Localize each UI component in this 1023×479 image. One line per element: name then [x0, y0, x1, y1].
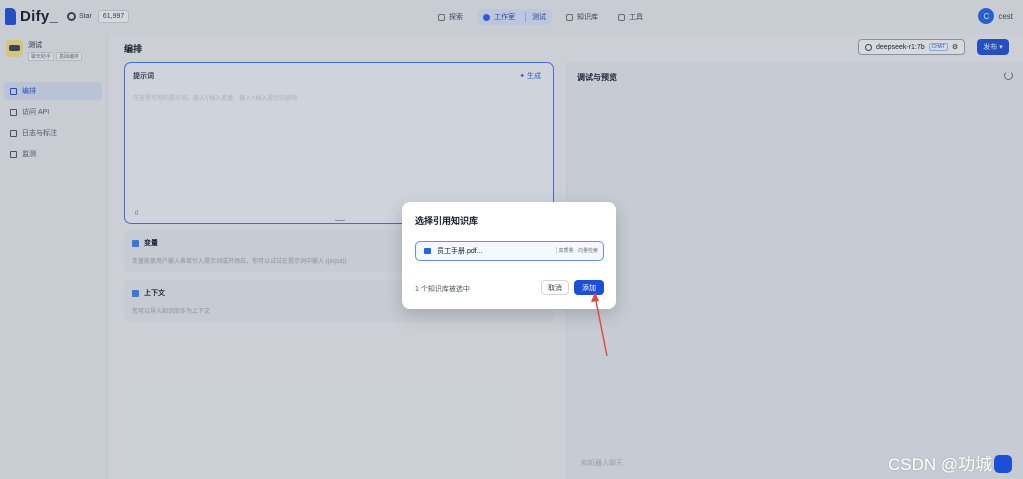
knowledge-base-meta: 高质量 · 向量检索	[555, 247, 598, 254]
knowledge-base-item[interactable]: 员工手册.pdf... 高质量 · 向量检索	[415, 241, 604, 261]
watermark: CSDN @功城师	[888, 455, 1010, 474]
annotation-arrow-icon	[591, 292, 608, 357]
knowledge-base-name: 员工手册.pdf...	[437, 248, 483, 255]
modal-title: 选择引用知识库	[415, 216, 479, 226]
selected-count: 1 个知识库被选中	[415, 286, 470, 293]
folder-icon	[424, 248, 431, 254]
floating-action-button[interactable]	[994, 455, 1012, 473]
cancel-button[interactable]: 取消	[541, 280, 569, 295]
select-knowledge-modal: 选择引用知识库 员工手册.pdf... 高质量 · 向量检索 1 个知识库被选中…	[402, 202, 616, 309]
